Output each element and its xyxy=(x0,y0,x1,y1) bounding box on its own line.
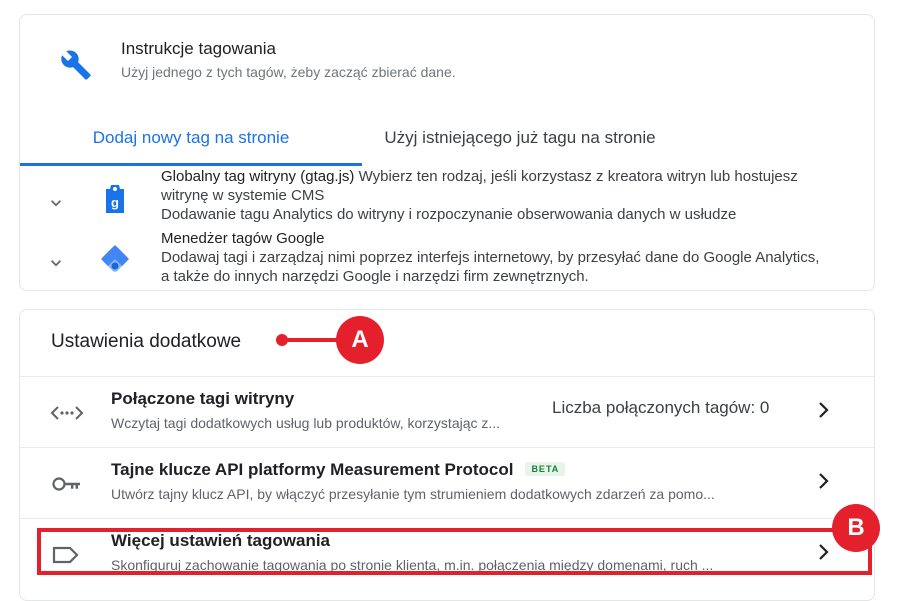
measurement-protocol-secrets-row[interactable]: Tajne klucze API platformy Measurement P… xyxy=(20,448,874,518)
gtag-option-title: Globalny tag witryny (gtag.js) xyxy=(161,168,355,185)
tagging-tabs: Dodaj nowy tag na stronie Użyj istniejąc… xyxy=(20,115,874,167)
annotation-marker-b: B xyxy=(832,504,880,552)
code-arrows-icon xyxy=(50,406,84,420)
row-description: Utwórz tajny klucz API, by włączyć przes… xyxy=(111,486,715,502)
highlight-box-b xyxy=(37,528,872,575)
gtm-option-title: Menedżer tagów Google xyxy=(161,230,325,247)
gtm-option-text[interactable]: Menedżer tagów Google Dodawaj tagi i zar… xyxy=(161,229,821,286)
row-title: Tajne klucze API platformy Measurement P… xyxy=(111,460,566,480)
annotation-a-line xyxy=(282,338,342,342)
tab-add-new-tag[interactable]: Dodaj nowy tag na stronie xyxy=(20,115,362,165)
tagging-subtitle: Użyj jednego z tych tagów, żeby zacząć z… xyxy=(121,64,456,80)
chevron-down-icon[interactable] xyxy=(46,193,66,213)
svg-text:g: g xyxy=(111,195,119,210)
tab-use-existing-tag[interactable]: Użyj istniejącego już tagu na stronie xyxy=(362,115,678,165)
chevron-right-icon[interactable] xyxy=(816,400,832,420)
tagging-instructions-card: Instrukcje tagowania Użyj jednego z tych… xyxy=(19,14,875,291)
tagging-title: Instrukcje tagowania xyxy=(121,39,276,58)
row-title: Połączone tagi witryny xyxy=(111,389,295,408)
connected-tags-count: Liczba połączonych tagów: 0 xyxy=(552,398,770,417)
chevron-down-icon[interactable] xyxy=(46,253,66,273)
gtag-option-text[interactable]: Globalny tag witryny (gtag.js) Wybierz t… xyxy=(161,167,821,224)
gtm-option-desc: Dodawaj tagi i zarządzaj nimi poprzez in… xyxy=(161,249,820,285)
active-tab-indicator xyxy=(20,163,362,166)
row-title-text: Tajne klucze API platformy Measurement P… xyxy=(111,460,514,479)
tag-manager-icon xyxy=(101,245,129,272)
chevron-right-icon[interactable] xyxy=(816,471,832,491)
wrench-icon xyxy=(61,50,91,80)
annotation-marker-a: A xyxy=(336,316,384,364)
row-description: Wczytaj tagi dodatkowych usług lub produ… xyxy=(111,415,501,431)
beta-badge: BETA xyxy=(525,462,566,476)
connected-site-tags-row[interactable]: Połączone tagi witryny Wczytaj tagi doda… xyxy=(20,377,874,447)
gtag-option-desc-2: Dodawanie tagu Analytics do witryny i ro… xyxy=(161,206,737,223)
gtag-icon: g xyxy=(106,185,124,213)
key-icon xyxy=(52,477,80,491)
section-title: Ustawienia dodatkowe xyxy=(51,331,242,352)
